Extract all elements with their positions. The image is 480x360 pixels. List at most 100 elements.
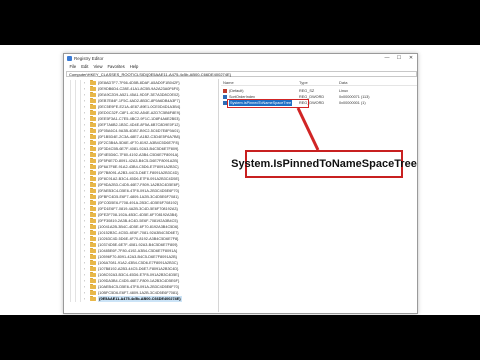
expand-chevron-icon[interactable]: › bbox=[84, 93, 85, 97]
expand-chevron-icon[interactable]: › bbox=[84, 141, 85, 145]
column-type-header[interactable]: Type bbox=[299, 80, 308, 85]
expand-chevron-icon[interactable]: › bbox=[84, 129, 85, 133]
folder-icon bbox=[90, 110, 96, 115]
menu-favorites[interactable]: Favorites bbox=[105, 63, 127, 70]
expand-chevron-icon[interactable]: › bbox=[84, 261, 85, 265]
address-path: Computer\HKEY_CLASSES_ROOT\CLSID\{0E5AAE… bbox=[69, 72, 232, 77]
folder-icon bbox=[90, 212, 96, 217]
folder-icon bbox=[90, 278, 96, 283]
window-controls: — ☐ ✕ bbox=[381, 54, 417, 63]
folder-icon bbox=[90, 146, 96, 151]
folder-icon bbox=[90, 236, 96, 241]
expand-chevron-icon[interactable]: › bbox=[84, 111, 85, 115]
expand-chevron-icon[interactable]: › bbox=[84, 81, 85, 85]
expand-chevron-icon[interactable]: › bbox=[84, 177, 85, 181]
folder-icon bbox=[90, 224, 96, 229]
expand-chevron-icon[interactable]: › bbox=[84, 153, 85, 157]
folder-icon bbox=[90, 98, 96, 103]
folder-icon bbox=[90, 86, 96, 91]
folder-icon bbox=[90, 134, 96, 139]
values-pane[interactable]: Name Type Data (Default) REG_SZ Linux SortO… bbox=[221, 79, 417, 312]
folder-icon bbox=[90, 176, 96, 181]
title-bar: Registry Editor — ☐ ✕ bbox=[64, 54, 417, 63]
folder-icon bbox=[90, 266, 96, 271]
folder-icon bbox=[90, 254, 96, 259]
folder-icon bbox=[90, 272, 96, 277]
expand-chevron-icon[interactable]: › bbox=[84, 165, 85, 169]
folder-icon bbox=[90, 182, 96, 187]
menu-bar: File Edit View Favorites Help bbox=[64, 63, 417, 70]
minimize-button[interactable]: — bbox=[381, 54, 393, 63]
string-value-icon bbox=[223, 89, 227, 93]
registry-app-icon bbox=[67, 56, 72, 61]
menu-help[interactable]: Help bbox=[127, 63, 141, 70]
expand-chevron-icon[interactable]: › bbox=[84, 195, 85, 199]
column-headers: Name Type Data bbox=[221, 79, 417, 86]
tree-key-label: {0E5AAE11-A475-4c5b-AB00-C66DE400274E} bbox=[98, 296, 182, 302]
folder-icon bbox=[90, 140, 96, 145]
folder-icon bbox=[90, 80, 96, 85]
address-bar[interactable]: Computer\HKEY_CLASSES_ROOT\CLSID\{0E5AAE… bbox=[66, 71, 417, 77]
folder-icon bbox=[90, 242, 96, 247]
folder-icon bbox=[90, 194, 96, 199]
expand-chevron-icon[interactable]: › bbox=[84, 171, 85, 175]
folder-icon bbox=[90, 188, 96, 193]
expand-chevron-icon[interactable]: › bbox=[84, 279, 85, 283]
expand-chevron-icon[interactable]: › bbox=[84, 201, 85, 205]
expand-chevron-icon[interactable]: › bbox=[84, 231, 85, 235]
value-data: 0x00000001 (1) bbox=[339, 101, 366, 105]
expand-chevron-icon[interactable]: › bbox=[84, 189, 85, 193]
expand-chevron-icon[interactable]: › bbox=[84, 237, 85, 241]
selected-value-highlight bbox=[227, 99, 309, 108]
expand-chevron-icon[interactable]: › bbox=[84, 99, 85, 103]
expand-chevron-icon[interactable]: › bbox=[84, 225, 85, 229]
folder-icon bbox=[90, 200, 96, 205]
expand-chevron-icon[interactable]: › bbox=[84, 117, 85, 121]
maximize-button[interactable]: ☐ bbox=[393, 54, 405, 63]
expand-chevron-icon[interactable]: › bbox=[84, 213, 85, 217]
key-tree-pane[interactable]: › {0E8AD7F7-7F66-4D5B-8DAF-A5AD0F1B042F} ›… bbox=[66, 79, 219, 312]
expand-chevron-icon[interactable]: › bbox=[84, 255, 85, 259]
folder-icon bbox=[90, 206, 96, 211]
expand-chevron-icon[interactable]: › bbox=[84, 123, 85, 127]
column-data-header[interactable]: Data bbox=[339, 80, 347, 85]
registry-editor-window: Registry Editor — ☐ ✕ File Edit View Fav… bbox=[63, 53, 418, 314]
expand-chevron-icon[interactable]: › bbox=[84, 87, 85, 91]
expand-chevron-icon[interactable]: › bbox=[84, 219, 85, 223]
window-title: Registry Editor bbox=[74, 55, 104, 61]
folder-icon bbox=[90, 170, 96, 175]
expand-chevron-icon[interactable]: › bbox=[84, 291, 85, 295]
folder-icon bbox=[90, 152, 96, 157]
expand-chevron-icon[interactable]: › bbox=[84, 135, 85, 139]
tree-guide-line bbox=[70, 296, 71, 302]
expand-chevron-icon[interactable]: › bbox=[84, 207, 85, 211]
expand-chevron-icon[interactable]: › bbox=[84, 249, 85, 253]
folder-icon bbox=[90, 296, 96, 301]
folder-icon bbox=[90, 218, 96, 223]
tree-guide-line bbox=[80, 296, 81, 302]
annotation-callout: System.IsPinnedToNameSpaceTree bbox=[231, 150, 417, 178]
expand-chevron-icon[interactable]: › bbox=[84, 105, 85, 109]
menu-edit[interactable]: Edit bbox=[79, 63, 91, 70]
expand-chevron-icon[interactable]: › bbox=[84, 183, 85, 187]
folder-icon bbox=[90, 122, 96, 127]
tree-guide-line bbox=[75, 296, 76, 302]
folder-icon bbox=[90, 260, 96, 265]
folder-icon bbox=[90, 158, 96, 163]
menu-view[interactable]: View bbox=[91, 63, 105, 70]
tree-key-row[interactable]: › {0E5AAE11-A475-4c5b-AB00-C66DE400274E} bbox=[66, 296, 218, 302]
expand-chevron-icon[interactable]: › bbox=[84, 147, 85, 151]
folder-icon bbox=[90, 128, 96, 133]
expand-chevron-icon[interactable]: › bbox=[84, 159, 85, 163]
expand-chevron-icon[interactable]: › bbox=[84, 243, 85, 247]
expand-chevron-icon[interactable]: › bbox=[84, 297, 85, 301]
folder-icon bbox=[90, 92, 96, 97]
expand-chevron-icon[interactable]: › bbox=[84, 285, 85, 289]
expand-chevron-icon[interactable]: › bbox=[84, 267, 85, 271]
folder-icon bbox=[90, 164, 96, 169]
column-name-header[interactable]: Name bbox=[223, 80, 234, 85]
close-button[interactable]: ✕ bbox=[405, 54, 417, 63]
folder-icon bbox=[90, 116, 96, 121]
expand-chevron-icon[interactable]: › bbox=[84, 273, 85, 277]
menu-file[interactable]: File bbox=[67, 63, 79, 70]
